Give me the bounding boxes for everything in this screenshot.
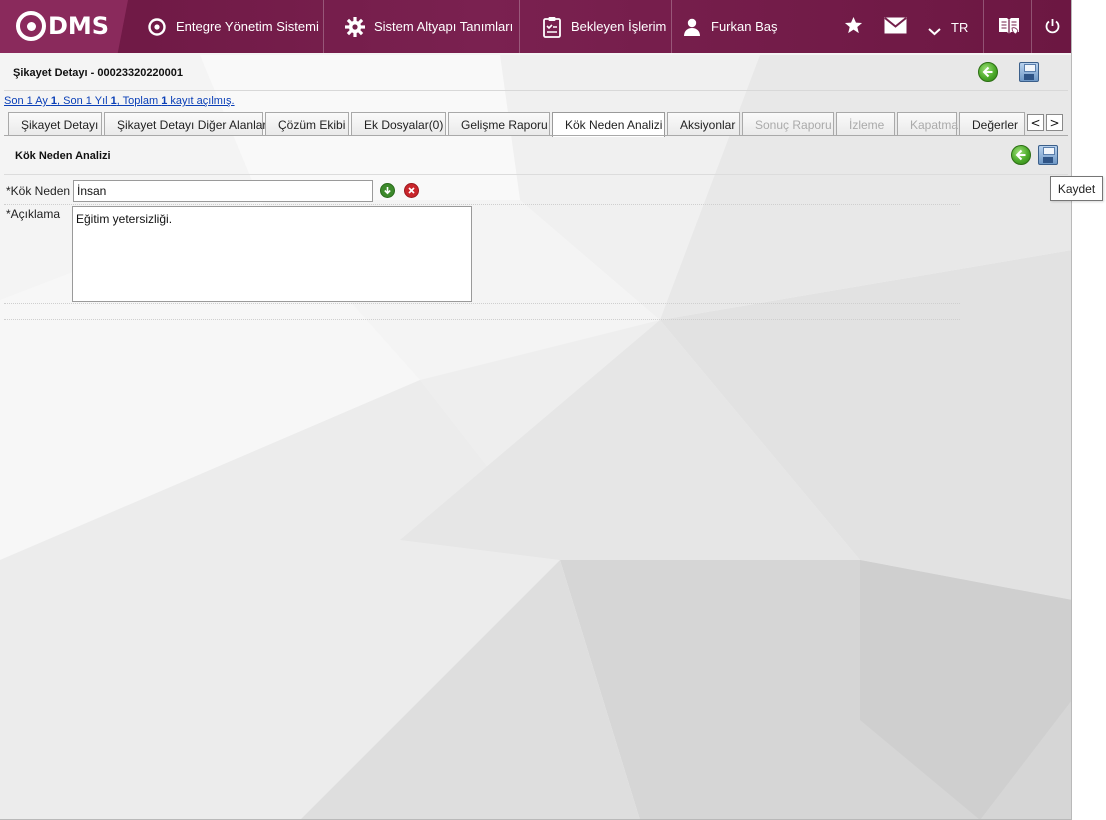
nav-divider: [983, 0, 984, 53]
nav-item-label: Sistem Altyapı Tanımları: [374, 19, 514, 34]
summary-text: kayıt açılmış.: [167, 95, 235, 107]
star-icon[interactable]: [844, 16, 863, 38]
nav-item-label: Entegre Yönetim Sistemi: [176, 19, 319, 34]
tab-complaint-detail[interactable]: Şikayet Detayı: [8, 112, 102, 136]
nav-item-user-profile[interactable]: Furkan Baş: [681, 0, 777, 53]
tab-root-cause-analysis[interactable]: Kök Neden Analizi: [552, 112, 665, 137]
nav-divider: [519, 0, 520, 53]
summary-text: , Son 1 Yıl: [57, 95, 111, 107]
panel-title: Kök Neden Analizi: [15, 150, 111, 162]
tab-solution-team[interactable]: Çözüm Ekibi: [265, 112, 349, 136]
clear-root-cause-button[interactable]: [404, 183, 419, 198]
close-icon: [408, 187, 415, 194]
tab-attachments[interactable]: Ek Dosyalar(0): [351, 112, 446, 136]
save-tooltip: Kaydet: [1050, 176, 1103, 201]
tab-result-report[interactable]: Sonuç Raporu: [742, 112, 834, 136]
tab-baseline: [4, 135, 1068, 136]
nav-item-integrated-management[interactable]: Entegre Yönetim Sistemi: [146, 0, 319, 53]
row-divider: [4, 204, 960, 205]
language-selector[interactable]: TR: [951, 20, 968, 35]
top-navigation-bar: DMS Entegre Yönetim Sistemi Sistem Altya…: [0, 0, 1071, 53]
book-icon[interactable]: [997, 14, 1021, 41]
chevron-down-icon[interactable]: [928, 25, 941, 39]
mail-icon[interactable]: [884, 17, 907, 37]
row-divider: [4, 319, 960, 320]
save-button[interactable]: [1019, 62, 1039, 82]
tab-progress-report[interactable]: Gelişme Raporu: [448, 112, 550, 136]
back-arrow-icon: [1015, 149, 1026, 161]
back-arrow-icon: [982, 66, 993, 78]
app-window: DMS Entegre Yönetim Sistemi Sistem Altya…: [0, 0, 1072, 820]
nav-item-system-infrastructure[interactable]: Sistem Altyapı Tanımları: [344, 0, 513, 53]
power-icon[interactable]: [1044, 18, 1061, 38]
record-summary-link[interactable]: Son 1 Ay 1, Son 1 Yıl 1, Toplam 1 kayıt …: [4, 95, 235, 107]
back-button[interactable]: [978, 62, 998, 82]
tab-scroll-prev-button[interactable]: <: [1027, 114, 1044, 131]
logo-text: DMS: [48, 12, 110, 40]
tab-scroll-next-button[interactable]: >: [1046, 114, 1063, 131]
summary-text: , Toplam: [116, 95, 162, 107]
page-title: Şikayet Detayı - 00023320220001: [13, 67, 184, 79]
tab-bar: Şikayet Detayı Şikayet Detayı Diğer Alan…: [8, 112, 1027, 137]
panel-back-button[interactable]: [1011, 145, 1031, 165]
panel-save-button[interactable]: [1038, 145, 1058, 165]
description-textarea[interactable]: Eğitim yetersizliği.: [72, 206, 472, 302]
qdms-logo[interactable]: DMS: [16, 11, 109, 41]
root-cause-label: *Kök Neden: [6, 184, 71, 198]
qdms-circle-icon: [146, 16, 168, 38]
logo-q-icon: [16, 11, 46, 41]
tab-actions[interactable]: Aksiyonlar: [667, 112, 740, 136]
row-divider: [4, 303, 960, 304]
nav-item-label: Bekleyen İşlerim: [571, 19, 667, 34]
tab-monitoring[interactable]: İzleme: [836, 112, 895, 136]
description-label: *Açıklama: [6, 207, 61, 221]
tab-closing[interactable]: Kapatma: [897, 112, 958, 136]
nav-item-label: Furkan Baş: [711, 19, 778, 34]
clipboard-icon: [541, 16, 563, 38]
nav-item-pending-tasks[interactable]: Bekleyen İşlerim: [541, 0, 666, 53]
nav-divider: [323, 0, 324, 53]
user-icon: [681, 16, 703, 38]
nav-divider: [671, 0, 672, 53]
tab-values[interactable]: Değerler: [959, 112, 1025, 136]
summary-text: Son 1 Ay: [4, 95, 51, 107]
panel-divider: [4, 174, 1068, 175]
page-header: Şikayet Detayı - 00023320220001: [4, 57, 1068, 91]
tab-complaint-other-fields[interactable]: Şikayet Detayı Diğer Alanlar: [104, 112, 266, 136]
arrow-down-icon: [384, 187, 391, 195]
nav-divider: [1031, 0, 1032, 53]
root-cause-field[interactable]: İnsan: [73, 180, 373, 202]
gear-icon: [344, 16, 366, 38]
select-root-cause-button[interactable]: [380, 183, 395, 198]
